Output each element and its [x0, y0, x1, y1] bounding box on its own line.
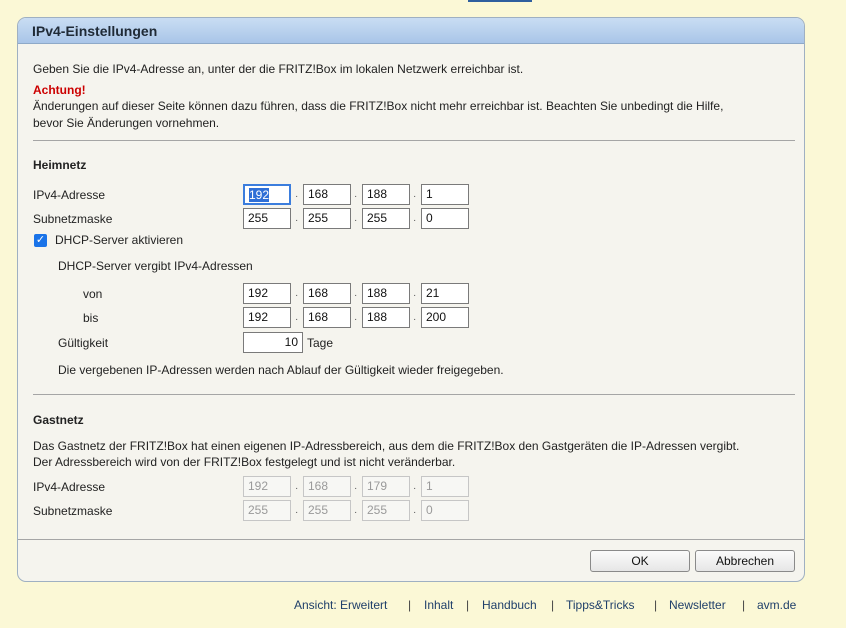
- warning-title: Achtung!: [33, 83, 86, 97]
- panel-title: IPv4-Einstellungen: [18, 18, 804, 44]
- footer-link-tips[interactable]: Tipps&Tricks: [566, 598, 634, 612]
- heimnetz-title: Heimnetz: [33, 158, 87, 172]
- dhcp-range-label: DHCP-Server vergibt IPv4-Adressen: [58, 259, 253, 273]
- cancel-button[interactable]: Abbrechen: [695, 550, 795, 572]
- warning-text-2: bevor Sie Änderungen vornehmen.: [33, 116, 220, 130]
- gastnetz-desc-1: Das Gastnetz der FRITZ!Box hat einen eig…: [33, 439, 740, 453]
- von-octet-3[interactable]: 188: [362, 283, 410, 304]
- heimnetz-ip-octet-4[interactable]: 1: [421, 184, 469, 205]
- footer-separator: |: [742, 598, 746, 612]
- validity-input[interactable]: 10: [243, 332, 303, 353]
- von-label: von: [83, 287, 103, 301]
- footer-link-manual[interactable]: Handbuch: [482, 598, 537, 612]
- gastnetz-ip-octet-4: 1: [421, 476, 469, 497]
- footer-separator: |: [654, 598, 658, 612]
- heimnetz-ip-label: IPv4-Adresse: [33, 188, 106, 202]
- gastnetz-mask-octet-4: 0: [421, 500, 469, 521]
- heimnetz-mask-octet-3[interactable]: 255: [362, 208, 410, 229]
- bis-octet-4[interactable]: 200: [421, 307, 469, 328]
- footer-separator: |: [466, 598, 470, 612]
- heimnetz-mask-octet-4[interactable]: 0: [421, 208, 469, 229]
- gastnetz-ip-octet-2: 168: [303, 476, 351, 497]
- validity-note: Die vergebenen IP-Adressen werden nach A…: [58, 363, 504, 377]
- heimnetz-mask-label: Subnetzmaske: [33, 212, 113, 226]
- dhcp-checkbox-label[interactable]: DHCP-Server aktivieren: [55, 233, 183, 247]
- von-octet-4[interactable]: 21: [421, 283, 469, 304]
- gastnetz-desc-2: Der Adressbereich wird von der FRITZ!Box…: [33, 455, 456, 469]
- gastnetz-ip-octet-3: 179: [362, 476, 410, 497]
- bis-label: bis: [83, 311, 99, 325]
- divider: [33, 394, 795, 395]
- footer-link-content[interactable]: Inhalt: [424, 598, 453, 612]
- bis-octet-1[interactable]: 192: [243, 307, 291, 328]
- bis-octet-3[interactable]: 188: [362, 307, 410, 328]
- top-tab-indicator: [468, 0, 532, 2]
- heimnetz-ip-octet-3[interactable]: 188: [362, 184, 410, 205]
- heimnetz-mask-octet-2[interactable]: 255: [303, 208, 351, 229]
- gastnetz-ip-octet-1: 192: [243, 476, 291, 497]
- heimnetz-ip-octet-1[interactable]: 192: [243, 184, 291, 205]
- von-octet-1[interactable]: 192: [243, 283, 291, 304]
- footer-link-avm[interactable]: avm.de: [757, 598, 796, 612]
- gastnetz-mask-octet-2: 255: [303, 500, 351, 521]
- footer-separator: |: [551, 598, 555, 612]
- footer-separator: |: [408, 598, 412, 612]
- validity-unit: Tage: [307, 336, 334, 350]
- gastnetz-ip-label: IPv4-Adresse: [33, 480, 106, 494]
- ok-button[interactable]: OK: [590, 550, 690, 572]
- von-octet-2[interactable]: 168: [303, 283, 351, 304]
- gastnetz-mask-octet-3: 255: [362, 500, 410, 521]
- heimnetz-mask-octet-1[interactable]: 255: [243, 208, 291, 229]
- validity-label: Gültigkeit: [58, 336, 109, 350]
- ipv4-settings-panel: IPv4-Einstellungen Geben Sie die IPv4-Ad…: [17, 17, 805, 582]
- footer-link-newsletter[interactable]: Newsletter: [669, 598, 726, 612]
- gastnetz-mask-label: Subnetzmaske: [33, 504, 113, 518]
- bis-octet-2[interactable]: 168: [303, 307, 351, 328]
- gastnetz-title: Gastnetz: [33, 413, 84, 427]
- heimnetz-ip-octet-2[interactable]: 168: [303, 184, 351, 205]
- footer-link-view[interactable]: Ansicht: Erweitert: [294, 598, 387, 612]
- divider: [33, 140, 795, 141]
- divider: [18, 539, 804, 540]
- intro-text: Geben Sie die IPv4-Adresse an, unter der…: [33, 62, 524, 76]
- warning-text-1: Änderungen auf dieser Seite können dazu …: [33, 99, 724, 113]
- dhcp-checkbox[interactable]: ✓: [34, 234, 47, 247]
- gastnetz-mask-octet-1: 255: [243, 500, 291, 521]
